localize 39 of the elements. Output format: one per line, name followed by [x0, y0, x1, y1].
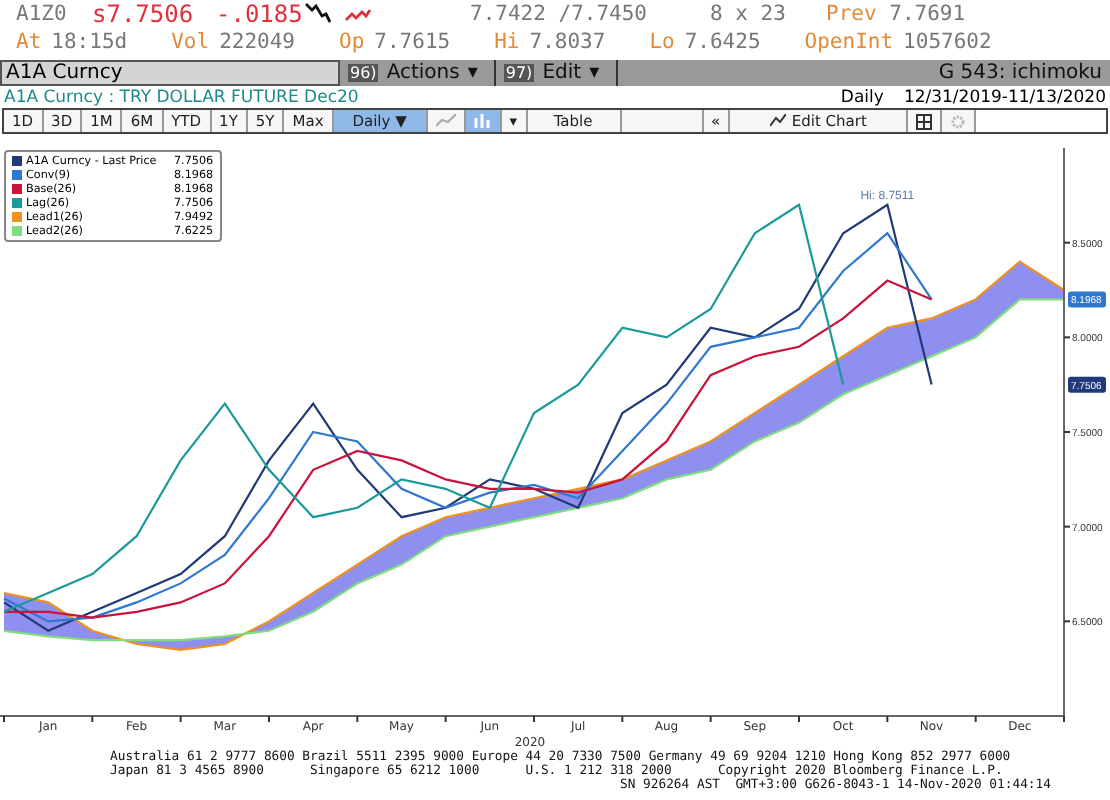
settings-icon — [950, 113, 967, 129]
grid-icon — [916, 113, 933, 129]
stat-label: Hi — [494, 30, 520, 54]
menu-button[interactable]: 96) Actions ▾ — [340, 60, 496, 86]
line-chart-icon — [435, 114, 456, 128]
legend-swatch — [12, 156, 22, 166]
bid-ask-size: 8 x 23 — [710, 2, 788, 26]
bar-chart-icon — [473, 114, 492, 128]
stat-label: Lo — [649, 30, 675, 54]
ticker: A1Z0 — [16, 2, 69, 26]
stat-label: OpenInt — [804, 30, 894, 54]
stat-value: 1057602 — [903, 30, 992, 54]
last-price: s7.7506 — [92, 0, 196, 28]
stat-value: 7.6425 — [684, 30, 761, 54]
stat-value: 18:15d — [51, 30, 128, 54]
legend-swatch — [12, 198, 22, 208]
legend-swatch — [12, 226, 22, 236]
stat-value: 7.7615 — [374, 30, 451, 54]
date-range: 12/31/2019-11/13/2020 — [903, 87, 1106, 107]
chart-title: A1A Curncy : TRY DOLLAR FUTURE Dec20 — [4, 87, 359, 107]
chart-icon — [769, 114, 786, 128]
stat-label: At — [16, 30, 42, 54]
bid-ask: 7.7422 /7.7450 — [470, 2, 650, 26]
security-field[interactable]: A1A Curncy — [0, 60, 340, 86]
stat-label: Vol — [171, 30, 210, 54]
prev-value: 7.7691 — [889, 2, 966, 26]
stat-value: 222049 — [219, 30, 295, 54]
prev-label: Prev — [826, 2, 877, 26]
stat-label: Op — [339, 30, 365, 54]
page-title: G 543: ichimoku — [938, 60, 1104, 86]
legend-swatch — [12, 170, 22, 180]
price-change: -.0185 — [216, 0, 304, 28]
trend-icon — [304, 2, 332, 26]
stat-value: 7.8037 — [529, 30, 606, 54]
toolbar-button[interactable] — [908, 110, 943, 132]
legend-swatch — [12, 184, 22, 194]
period-label: Daily — [840, 87, 884, 107]
legend-swatch — [12, 212, 22, 222]
menu-button[interactable]: 97) Edit ▾ — [495, 60, 618, 86]
